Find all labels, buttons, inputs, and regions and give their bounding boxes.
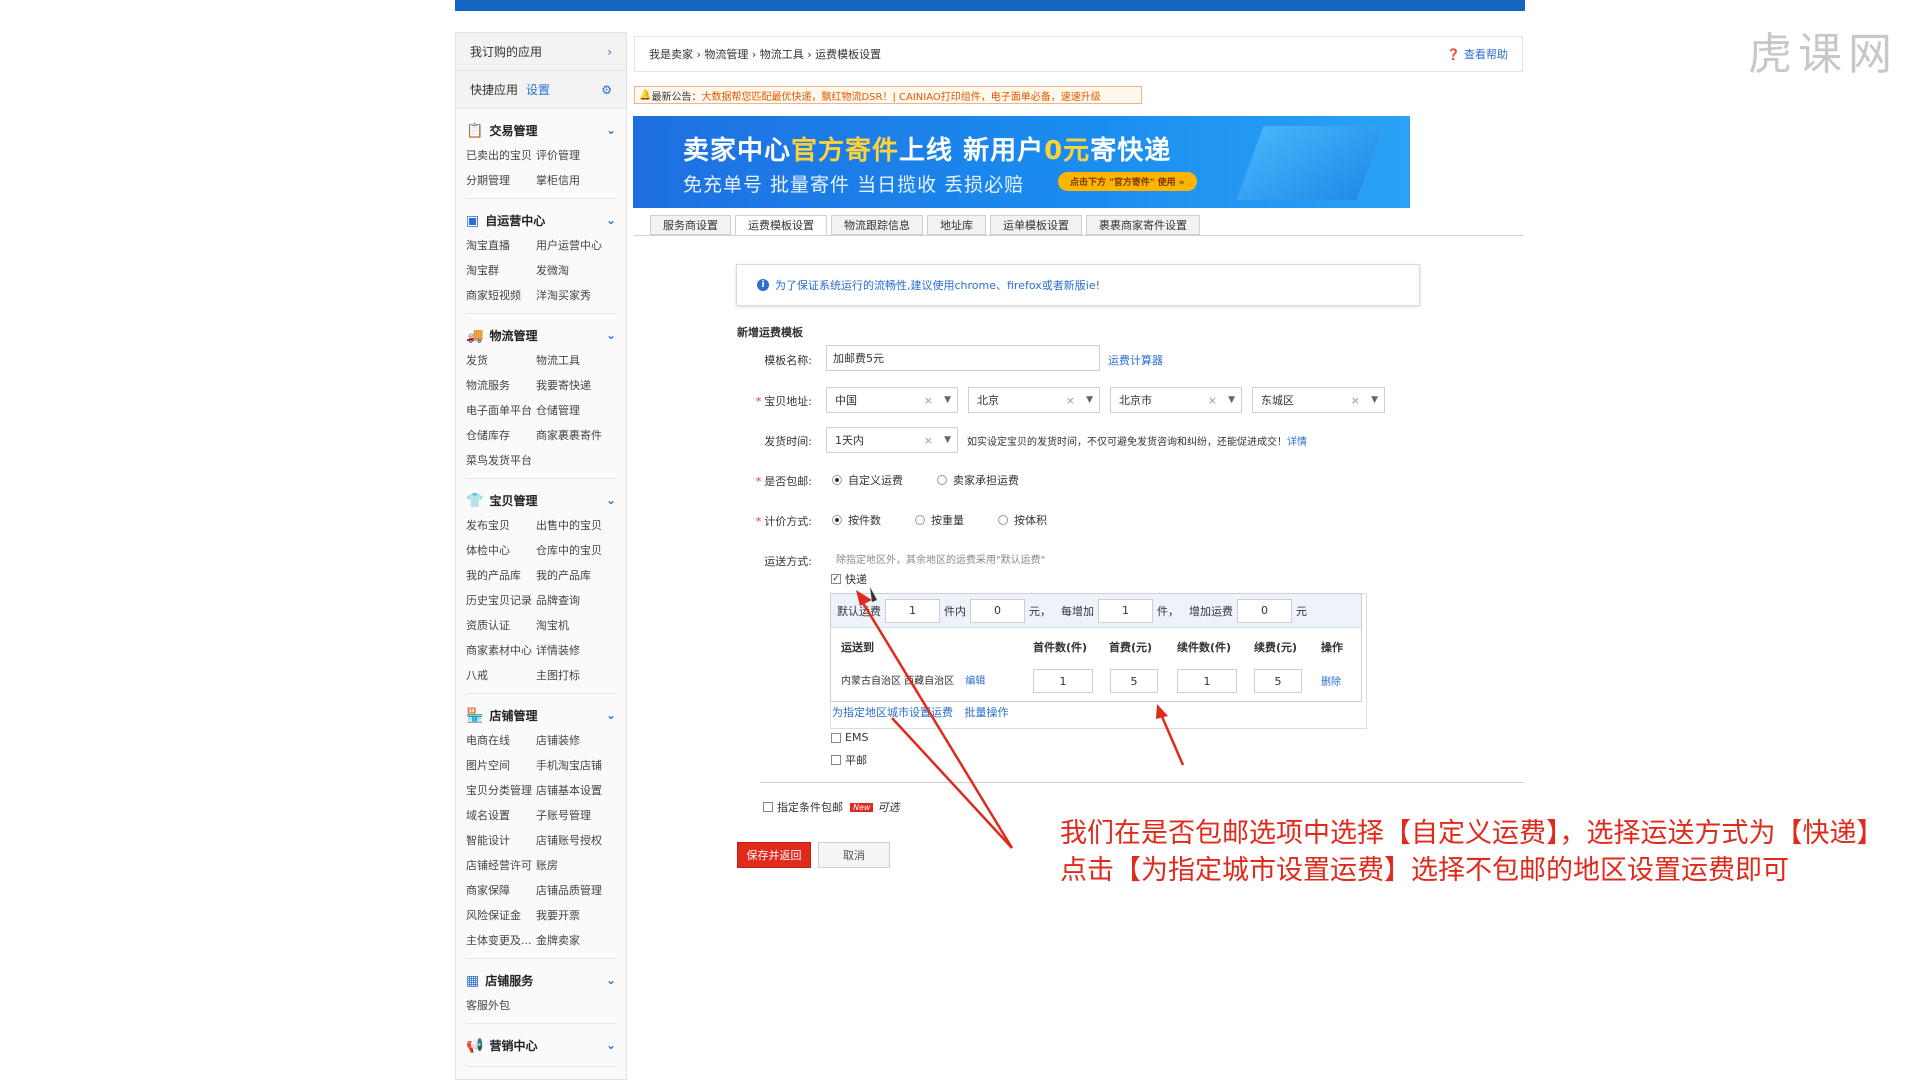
arrowhead-icon bbox=[856, 590, 872, 606]
arrow-to-city-link-icon bbox=[891, 717, 1013, 849]
arrow-to-table-icon bbox=[1158, 711, 1185, 766]
tutorial-caption: 我们在是否包邮选项中选择【自定义运费】，选择运送方式为【快递】点击【为指定城市设… bbox=[1060, 818, 1870, 886]
arrow-to-express-icon bbox=[858, 597, 1014, 849]
annotation-arrows bbox=[856, 587, 1185, 849]
arrowhead-icon bbox=[1156, 704, 1168, 719]
